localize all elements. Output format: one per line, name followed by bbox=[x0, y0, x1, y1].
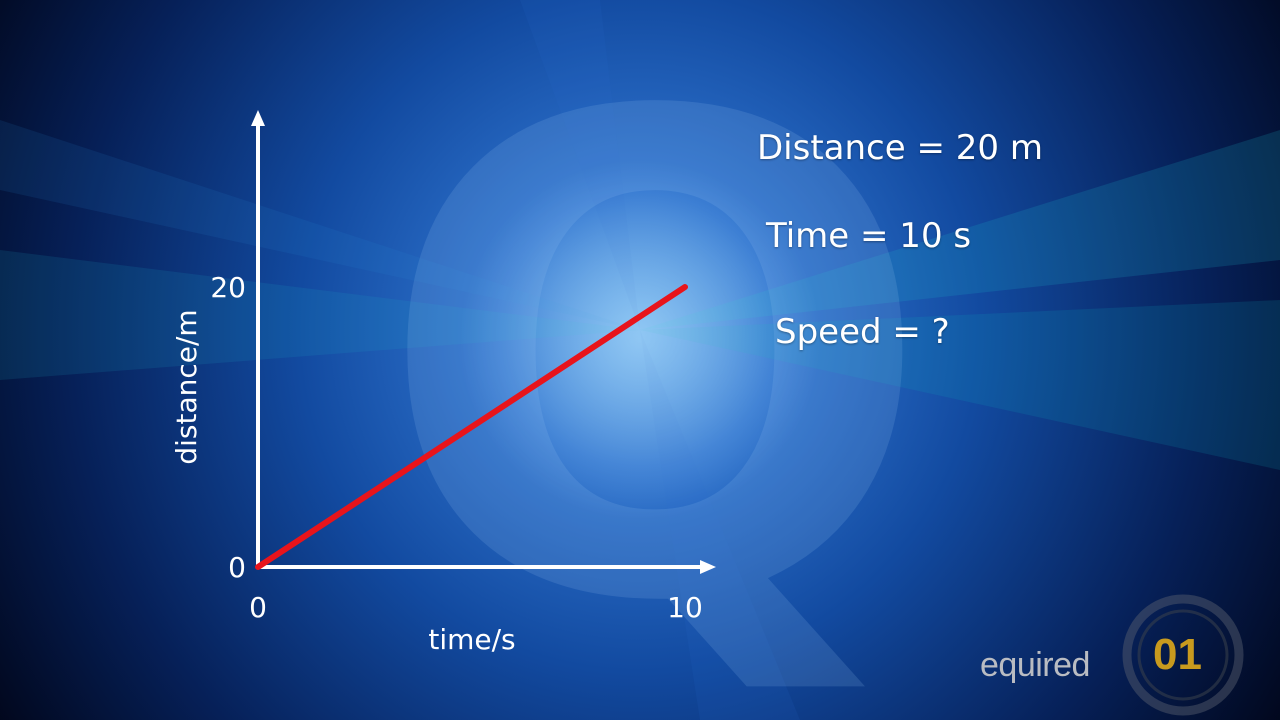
badge-emblem bbox=[1122, 594, 1244, 716]
episode-number-badge: 01 bbox=[1153, 630, 1202, 679]
brand-logo: equired bbox=[980, 646, 1090, 684]
